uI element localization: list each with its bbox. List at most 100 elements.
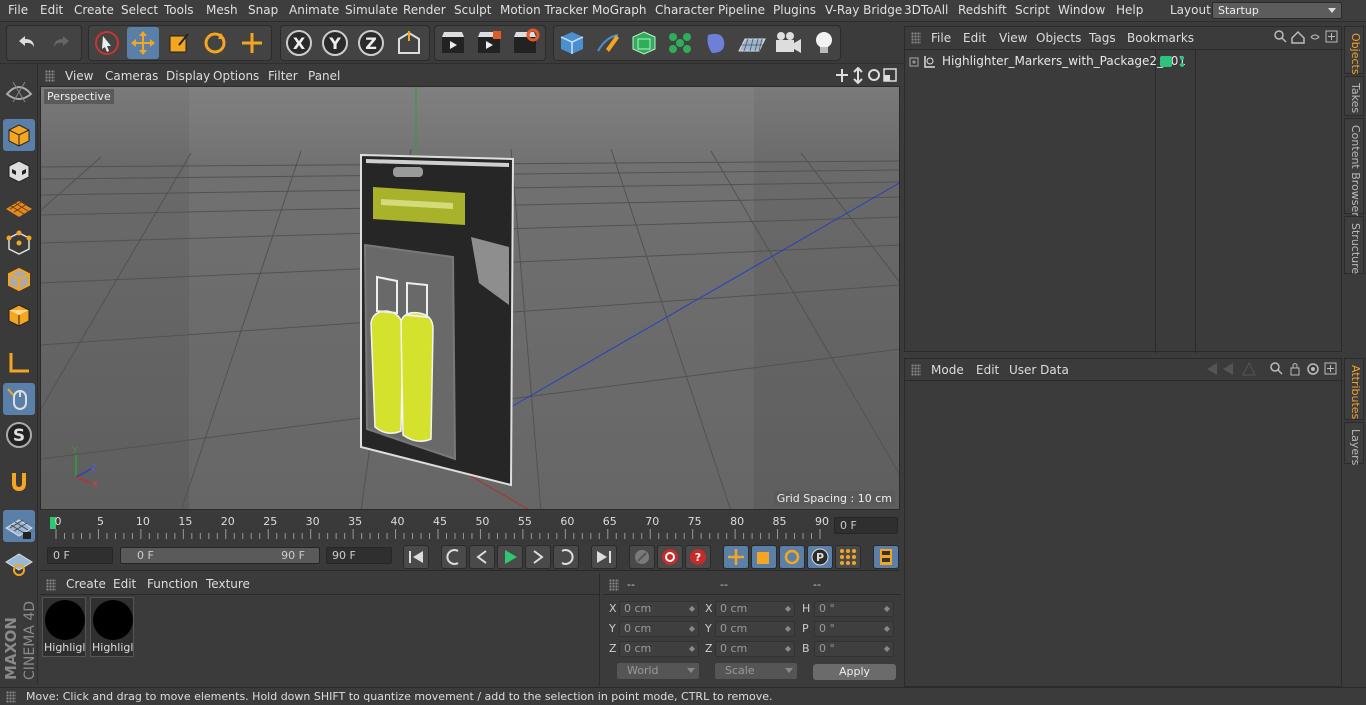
record-active-objects-button[interactable] <box>657 545 683 569</box>
object-name[interactable]: Highlighter_Markers_with_Package2_001 <box>942 54 1186 68</box>
viewport-perspective[interactable]: Y Z X Perspective Grid Spacing : 10 cm <box>40 86 900 510</box>
go-to-start-button[interactable] <box>403 545 429 569</box>
menu-redshift[interactable]: Redshift <box>958 3 1007 17</box>
menu-tools[interactable]: Tools <box>164 3 194 17</box>
autokeying-button[interactable]: ? <box>685 545 711 569</box>
key-parameter-button[interactable]: P <box>807 545 833 569</box>
viewport-menu-cameras[interactable]: Cameras <box>105 69 158 83</box>
cloner-icon[interactable] <box>664 27 696 59</box>
axis-mode-icon[interactable] <box>3 347 35 379</box>
coordinate-system-icon[interactable] <box>393 27 425 59</box>
tab-layers[interactable]: Layers <box>1344 422 1364 465</box>
size-z-field[interactable]: 0 cm ◆ <box>715 641 795 657</box>
drag-handle-icon[interactable] <box>46 579 56 591</box>
points-mode-icon[interactable] <box>3 227 35 259</box>
rot-b-field[interactable]: 0 ° ◆ <box>814 641 894 657</box>
objects-menu-objects[interactable]: Objects <box>1036 31 1081 45</box>
material-menu-create[interactable]: Create <box>66 577 106 591</box>
material-menu-texture[interactable]: Texture <box>206 577 250 591</box>
tab-content-browser[interactable]: Content Browser <box>1344 118 1364 217</box>
drag-handle-icon[interactable] <box>6 691 16 703</box>
material-swatch[interactable]: Highligl <box>42 597 86 657</box>
attributes-header-icons[interactable] <box>1205 361 1339 377</box>
menu-mesh[interactable]: Mesh <box>206 3 238 17</box>
edges-mode-icon[interactable] <box>3 263 35 295</box>
viewport-menu-panel[interactable]: Panel <box>308 69 340 83</box>
highlighter-package-model[interactable] <box>360 153 515 487</box>
next-key-button[interactable] <box>553 545 579 569</box>
solo-icon[interactable]: S <box>3 419 35 451</box>
render-view-icon[interactable] <box>437 27 469 59</box>
viewport-menu-filter[interactable]: Filter <box>268 69 298 83</box>
render-picture-viewer-icon[interactable] <box>473 27 505 59</box>
x-axis-icon[interactable]: X <box>283 27 315 59</box>
viewport-menu-view[interactable]: View <box>65 69 93 83</box>
light-icon[interactable] <box>808 27 840 59</box>
viewport-menu-options[interactable]: Options <box>213 69 259 83</box>
size-x-field[interactable]: 0 cm ◆ <box>715 601 795 617</box>
y-axis-icon[interactable]: Y <box>319 27 351 59</box>
editor-visibility-dot-icon[interactable] <box>1180 56 1184 60</box>
size-y-field[interactable]: 0 cm ◆ <box>715 621 795 637</box>
menu-mograph[interactable]: MoGraph <box>592 3 647 17</box>
menu-script[interactable]: Script <box>1015 3 1050 17</box>
deformer-icon[interactable] <box>700 27 732 59</box>
pos-y-field[interactable]: 0 cm ◆ <box>619 621 699 637</box>
expand-null-icon[interactable] <box>909 55 941 69</box>
key-point-level-button[interactable] <box>835 545 861 569</box>
attributes-menu-mode[interactable]: Mode <box>931 363 964 377</box>
rot-h-field[interactable]: 0 ° ◆ <box>814 601 894 617</box>
camera-icon[interactable] <box>772 27 804 59</box>
menu-render[interactable]: Render <box>403 3 446 17</box>
material-menu-function[interactable]: Function <box>147 577 198 591</box>
go-to-end-button[interactable] <box>591 545 617 569</box>
menu-create[interactable]: Create <box>74 3 114 17</box>
menu-sculpt[interactable]: Sculpt <box>454 3 491 17</box>
texture-mode-icon[interactable] <box>3 155 35 187</box>
start-frame-field[interactable]: 0 F <box>47 547 113 564</box>
objects-menu-edit[interactable]: Edit <box>963 31 986 45</box>
subdivision-icon[interactable] <box>628 27 660 59</box>
tab-structure[interactable]: Structure <box>1344 216 1364 274</box>
menu-pipeline[interactable]: Pipeline <box>718 3 765 17</box>
viewport-camera-label[interactable]: Perspective <box>44 89 114 104</box>
redo-icon[interactable] <box>46 27 78 59</box>
model-mode-icon[interactable] <box>3 119 35 151</box>
render-visibility-dot-icon[interactable] <box>1180 63 1184 67</box>
timeline-ruler[interactable]: 0 5 10 15 20 25 30 35 40 45 50 55 60 65 70 75 80 85 90 0 F <box>40 511 900 543</box>
make-editable-icon[interactable] <box>3 74 35 106</box>
menu-motion-tracker[interactable]: Motion Tracker <box>500 3 588 17</box>
coordinate-mode-select[interactable]: World <box>617 663 699 679</box>
drag-handle-icon[interactable] <box>45 70 55 82</box>
tab-attributes[interactable]: Attributes <box>1344 358 1364 420</box>
object-manager-header-icons[interactable] <box>1273 29 1339 45</box>
viewport-navigation-icons[interactable] <box>834 67 898 84</box>
key-position-button[interactable] <box>723 545 749 569</box>
scale-icon[interactable] <box>163 27 195 59</box>
record-keys-disabled-button[interactable] <box>629 545 655 569</box>
z-axis-icon[interactable]: Z <box>355 27 387 59</box>
move-icon[interactable] <box>127 27 159 59</box>
next-frame-button[interactable] <box>525 545 551 569</box>
current-frame-field[interactable]: 0 F <box>834 517 898 534</box>
menu-character[interactable]: Character <box>655 3 714 17</box>
visibility-tag-icon[interactable] <box>1160 56 1172 67</box>
end-frame-field[interactable]: 90 F <box>326 547 392 564</box>
polygons-mode-icon[interactable] <box>3 299 35 331</box>
objects-menu-tags[interactable]: Tags <box>1089 31 1116 45</box>
tab-takes[interactable]: Takes <box>1344 76 1364 116</box>
apply-button[interactable]: Apply <box>813 664 896 680</box>
menu-window[interactable]: Window <box>1058 3 1105 17</box>
menu-vray-bridge[interactable]: V-Ray Bridge <box>825 3 902 17</box>
enable-grid-snap-icon[interactable] <box>3 510 35 542</box>
material-menu-edit[interactable]: Edit <box>113 577 136 591</box>
menu-simulate[interactable]: Simulate <box>345 3 398 17</box>
menu-select[interactable]: Select <box>121 3 158 17</box>
menu-help[interactable]: Help <box>1116 3 1143 17</box>
menu-file[interactable]: File <box>8 3 28 17</box>
undo-icon[interactable] <box>10 27 42 59</box>
pos-z-field[interactable]: 0 cm ◆ <box>619 641 699 657</box>
viewport-menu-display[interactable]: Display <box>166 69 210 83</box>
material-swatch[interactable]: Highligl <box>90 597 134 657</box>
size-mode-select[interactable]: Scale <box>715 663 797 679</box>
